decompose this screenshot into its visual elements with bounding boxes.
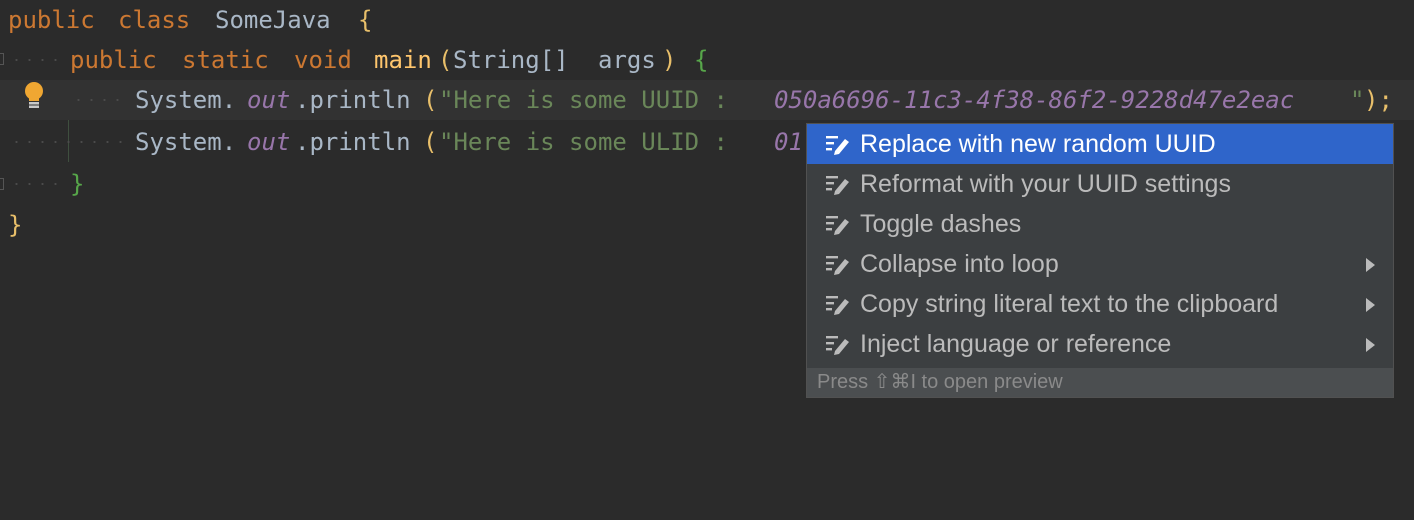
footer-hint-text: Press ⇧⌘I to open preview (817, 371, 1063, 393)
submenu-arrow-icon (1366, 338, 1375, 352)
edit-intention-icon (826, 176, 849, 195)
popup-footer-hint: Press ⇧⌘I to open preview (807, 368, 1393, 397)
edit-intention-icon (826, 136, 849, 155)
edit-intention-icon (826, 256, 849, 275)
menu-item-label: Reformat with your UUID settings (860, 170, 1231, 198)
keyword-class: class (118, 6, 191, 34)
close-brace: } (8, 211, 23, 239)
string-literal: "Here is some ULID : (439, 128, 743, 156)
menu-item-label: Copy string literal text to the clipboar… (860, 290, 1279, 318)
menu-item-replace-uuid[interactable]: Replace with new random UUID (807, 124, 1393, 164)
keyword-void: void (294, 46, 352, 74)
keyword-public: public (70, 46, 157, 74)
ulid-value[interactable]: 01 (774, 122, 803, 162)
uuid-value[interactable]: 050a6696-11c3-4f38-86f2-9228d47e2eac (774, 80, 1294, 120)
open-brace: { (694, 46, 709, 74)
close-brace: } (70, 170, 85, 198)
edit-intention-icon (826, 296, 849, 315)
open-brace: { (358, 6, 373, 34)
close-paren-semicolon: ); (1364, 86, 1393, 114)
lightbulb-icon[interactable] (22, 81, 46, 111)
whitespace-dots (72, 99, 128, 101)
menu-item-collapse-loop[interactable]: Collapse into loop (807, 244, 1393, 284)
menu-item-label: Collapse into loop (860, 250, 1059, 278)
system-class: System. (135, 128, 237, 156)
method-println: .println (295, 128, 411, 156)
whitespace-dots (10, 141, 128, 143)
static-field-out: out (247, 86, 291, 114)
keyword-static: static (182, 46, 269, 74)
class-name: SomeJava (215, 6, 331, 34)
param-name: args (598, 46, 656, 74)
code-editor[interactable]: public class SomeJava { public static vo… (0, 0, 1414, 414)
param-type: String[] (453, 46, 569, 74)
whitespace-dots (10, 183, 62, 185)
method-name: main (374, 46, 432, 74)
submenu-arrow-icon (1366, 298, 1375, 312)
menu-item-copy-literal[interactable]: Copy string literal text to the clipboar… (807, 284, 1393, 324)
keyword-public: public (8, 6, 95, 34)
menu-item-inject-language[interactable]: Inject language or reference (807, 324, 1393, 364)
edit-intention-icon (826, 336, 849, 355)
open-paren: ( (423, 128, 438, 156)
menu-item-label: Replace with new random UUID (860, 130, 1216, 158)
method-println: .println (295, 86, 411, 114)
static-field-out: out (247, 128, 291, 156)
menu-item-toggle-dashes[interactable]: Toggle dashes (807, 204, 1393, 244)
string-quote: " (1350, 86, 1365, 114)
whitespace-dots (10, 59, 62, 61)
close-paren: ) (662, 46, 677, 74)
system-class: System. (135, 86, 237, 114)
edit-intention-icon (826, 216, 849, 235)
code-line-1[interactable]: public class SomeJava { (0, 0, 1414, 40)
open-paren: ( (438, 46, 453, 74)
menu-item-reformat-uuid[interactable]: Reformat with your UUID settings (807, 164, 1393, 204)
code-line-2[interactable]: public static void main ( String[] args … (0, 40, 1414, 80)
string-literal: "Here is some UUID : (439, 86, 743, 114)
menu-item-label: Toggle dashes (860, 210, 1022, 238)
intention-actions-popup: Replace with new random UUID Reformat wi… (806, 123, 1394, 398)
code-line-3[interactable]: System. out .println ( "Here is some UUI… (0, 80, 1414, 120)
open-paren: ( (423, 86, 438, 114)
menu-item-label: Inject language or reference (860, 330, 1172, 358)
submenu-arrow-icon (1366, 258, 1375, 272)
